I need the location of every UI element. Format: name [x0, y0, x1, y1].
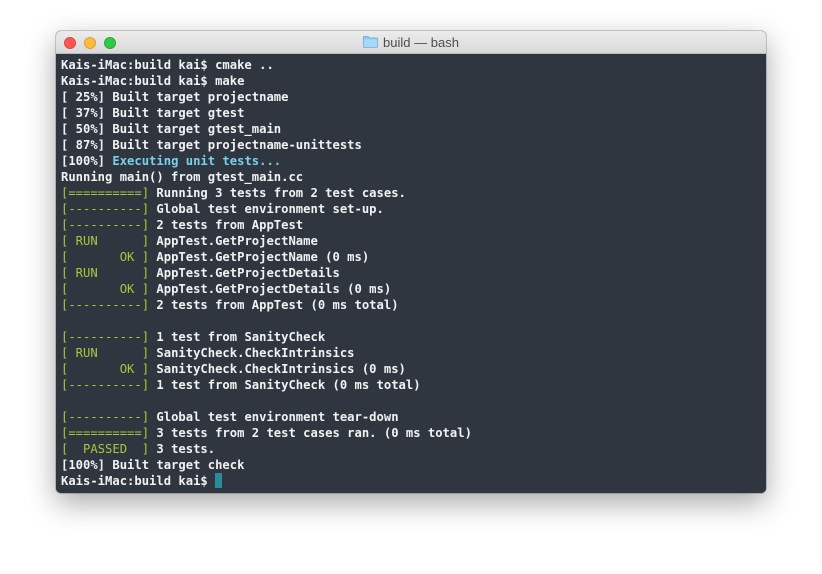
- terminal-line: [==========] 3 tests from 2 test cases r…: [61, 425, 766, 441]
- highlighted-text: Executing unit tests...: [112, 154, 282, 168]
- line-text: 3 tests.: [149, 442, 216, 456]
- gtest-status-tag: [ RUN ]: [61, 346, 150, 360]
- terminal-line: [100%] Built target check: [61, 457, 766, 473]
- terminal-line: [ RUN ] SanityCheck.CheckIntrinsics: [61, 345, 766, 361]
- terminal-window: build — bash Kais-iMac:build kai$ cmake …: [56, 31, 766, 493]
- line-text: [ 37%] Built target gtest: [61, 106, 245, 120]
- line-text: AppTest.GetProjectDetails: [149, 266, 340, 280]
- text-cursor: [215, 473, 223, 488]
- terminal-line: [ 25%] Built target projectname: [61, 89, 766, 105]
- gtest-status-tag: [==========]: [61, 186, 150, 200]
- gtest-status-tag: [----------]: [61, 410, 150, 424]
- gtest-status-tag: [ PASSED ]: [61, 442, 150, 456]
- line-text: 3 tests from 2 test cases ran. (0 ms tot…: [149, 426, 472, 440]
- terminal-line: [ 50%] Built target gtest_main: [61, 121, 766, 137]
- gtest-status-tag: [ RUN ]: [61, 266, 150, 280]
- line-text: AppTest.GetProjectName (0 ms): [149, 250, 370, 264]
- terminal-line: [----------] Global test environment tea…: [61, 409, 766, 425]
- line-text: Global test environment set-up.: [149, 202, 384, 216]
- gtest-status-tag: [ OK ]: [61, 282, 150, 296]
- line-text: Kais-iMac:build kai$ make: [61, 74, 245, 88]
- gtest-status-tag: [----------]: [61, 378, 150, 392]
- line-text: Running main() from gtest_main.cc: [61, 170, 304, 184]
- terminal-line: [----------] 2 tests from AppTest (0 ms …: [61, 297, 766, 313]
- terminal-line: [ 37%] Built target gtest: [61, 105, 766, 121]
- line-text: [100%] Built target check: [61, 458, 245, 472]
- line-text: SanityCheck.CheckIntrinsics (0 ms): [149, 362, 406, 376]
- line-text: SanityCheck.CheckIntrinsics: [149, 346, 355, 360]
- line-text: 2 tests from AppTest (0 ms total): [149, 298, 399, 312]
- terminal-line: [----------] 2 tests from AppTest: [61, 217, 766, 233]
- terminal-line: [==========] Running 3 tests from 2 test…: [61, 185, 766, 201]
- gtest-status-tag: [ OK ]: [61, 250, 150, 264]
- prompt-line[interactable]: Kais-iMac:build kai$: [61, 473, 766, 489]
- line-text: Kais-iMac:build kai$ cmake ..: [61, 58, 274, 72]
- gtest-status-tag: [ OK ]: [61, 362, 150, 376]
- terminal-line: [----------] Global test environment set…: [61, 201, 766, 217]
- line-text: Global test environment tear-down: [149, 410, 399, 424]
- terminal-line: Kais-iMac:build kai$ cmake ..: [61, 57, 766, 73]
- terminal-line: [----------] 1 test from SanityCheck: [61, 329, 766, 345]
- line-text: Running 3 tests from 2 test cases.: [149, 186, 406, 200]
- terminal-line: [ OK ] AppTest.GetProjectName (0 ms): [61, 249, 766, 265]
- gtest-status-tag: [ RUN ]: [61, 234, 150, 248]
- line-text: [ 87%] Built target projectname-unittest…: [61, 138, 362, 152]
- terminal-line: [ OK ] SanityCheck.CheckIntrinsics (0 ms…: [61, 361, 766, 377]
- line-text: AppTest.GetProjectDetails (0 ms): [149, 282, 392, 296]
- window-title: build — bash: [56, 31, 766, 54]
- terminal-line: Kais-iMac:build kai$ make: [61, 73, 766, 89]
- gtest-status-tag: [==========]: [61, 426, 150, 440]
- line-text: 1 test from SanityCheck: [149, 330, 326, 344]
- terminal-line: [ OK ] AppTest.GetProjectDetails (0 ms): [61, 281, 766, 297]
- gtest-status-tag: [----------]: [61, 330, 150, 344]
- gtest-status-tag: [----------]: [61, 218, 150, 232]
- terminal-line: [----------] 1 test from SanityCheck (0 …: [61, 377, 766, 393]
- window-title-text: build — bash: [383, 35, 459, 50]
- folder-icon: [363, 36, 378, 48]
- line-text: 1 test from SanityCheck (0 ms total): [149, 378, 421, 392]
- line-text: 2 tests from AppTest: [149, 218, 304, 232]
- line-text: [ 25%] Built target projectname: [61, 90, 289, 104]
- terminal-line: [ RUN ] AppTest.GetProjectDetails: [61, 265, 766, 281]
- terminal-line: [ 87%] Built target projectname-unittest…: [61, 137, 766, 153]
- terminal-line: [ RUN ] AppTest.GetProjectName: [61, 233, 766, 249]
- line-text: [100%]: [61, 154, 113, 168]
- shell-prompt: Kais-iMac:build kai$: [61, 474, 216, 488]
- terminal-line: Running main() from gtest_main.cc: [61, 169, 766, 185]
- gtest-status-tag: [----------]: [61, 202, 150, 216]
- terminal-line: [100%] Executing unit tests...: [61, 153, 766, 169]
- terminal-line: [ PASSED ] 3 tests.: [61, 441, 766, 457]
- title-bar[interactable]: build — bash: [56, 31, 766, 54]
- line-text: [ 50%] Built target gtest_main: [61, 122, 282, 136]
- gtest-status-tag: [----------]: [61, 298, 150, 312]
- line-text: AppTest.GetProjectName: [149, 234, 318, 248]
- terminal-output[interactable]: Kais-iMac:build kai$ cmake .. Kais-iMac:b…: [56, 54, 766, 493]
